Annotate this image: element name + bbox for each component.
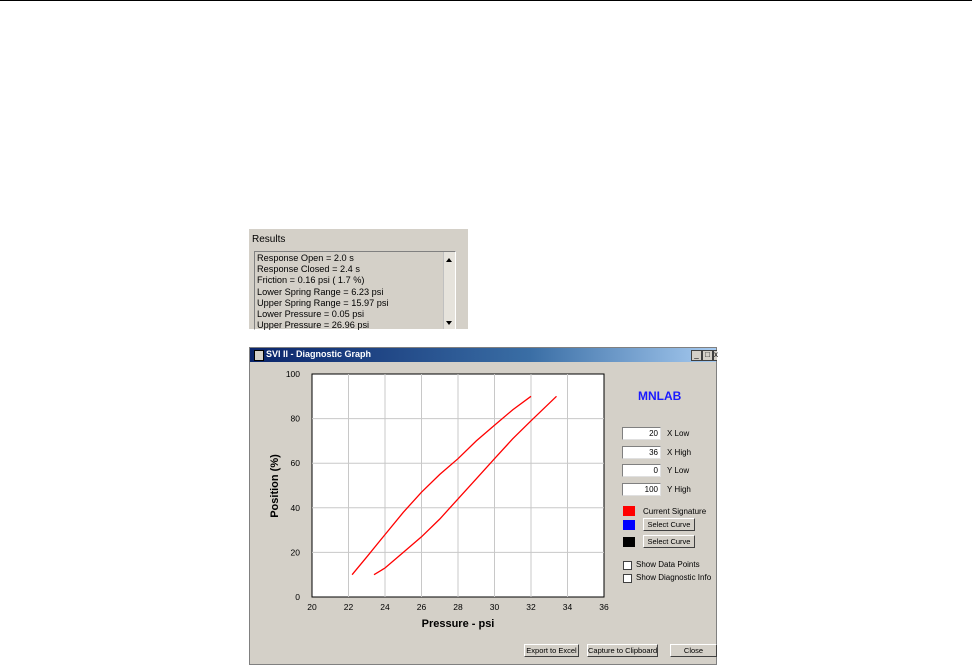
x-tick-label: 22 <box>344 602 354 612</box>
x-tick-label: 26 <box>417 602 427 612</box>
y-tick-label: 100 <box>286 369 300 379</box>
y-low-input[interactable]: 0 <box>622 464 661 477</box>
y-axis-label: Position (%) <box>269 454 281 518</box>
x-low-input[interactable]: 20 <box>622 427 661 440</box>
y-low-label: Y Low <box>667 466 690 475</box>
curve1-swatch <box>623 520 635 530</box>
select-curve-button-1[interactable]: Select Curve <box>643 518 695 531</box>
show-diagnostic-info-label: Show Diagnostic Info <box>636 573 712 582</box>
y-tick-label: 60 <box>291 458 301 468</box>
x-low-label: X Low <box>667 429 690 438</box>
show-data-points-checkbox[interactable] <box>623 561 632 570</box>
show-diagnostic-info-checkbox[interactable] <box>623 574 632 583</box>
x-tick-label: 34 <box>563 602 573 612</box>
x-high-input[interactable]: 36 <box>622 446 661 459</box>
x-tick-label: 32 <box>526 602 536 612</box>
y-high-label: Y High <box>667 485 691 494</box>
close-button[interactable]: Close <box>670 644 717 657</box>
x-tick-label: 20 <box>307 602 317 612</box>
curve2-swatch <box>623 537 635 547</box>
y-high-input[interactable]: 100 <box>622 483 661 496</box>
y-tick-label: 20 <box>291 547 301 557</box>
current-signature-swatch <box>623 506 635 516</box>
x-tick-label: 36 <box>599 602 609 612</box>
x-high-label: X High <box>667 448 692 457</box>
select-curve-button-2[interactable]: Select Curve <box>643 535 695 548</box>
brand-label: MNLAB <box>638 389 682 403</box>
capture-to-clipboard-button[interactable]: Capture to Clipboard <box>587 644 658 657</box>
x-axis-label: Pressure - psi <box>422 618 495 630</box>
x-tick-label: 30 <box>490 602 500 612</box>
x-tick-label: 24 <box>380 602 390 612</box>
diagnostic-chart: 20 22 24 26 28 30 32 34 36 0 20 40 60 80 100 Pressure … <box>269 369 609 630</box>
y-tick-label: 40 <box>291 503 301 513</box>
show-data-points-label: Show Data Points <box>636 560 700 569</box>
current-signature-label: Current Signature <box>643 507 707 516</box>
x-tick-label: 28 <box>453 602 463 612</box>
export-to-excel-button[interactable]: Export to Excel <box>524 644 579 657</box>
y-tick-label: 0 <box>295 592 300 602</box>
y-tick-label: 80 <box>291 414 301 424</box>
